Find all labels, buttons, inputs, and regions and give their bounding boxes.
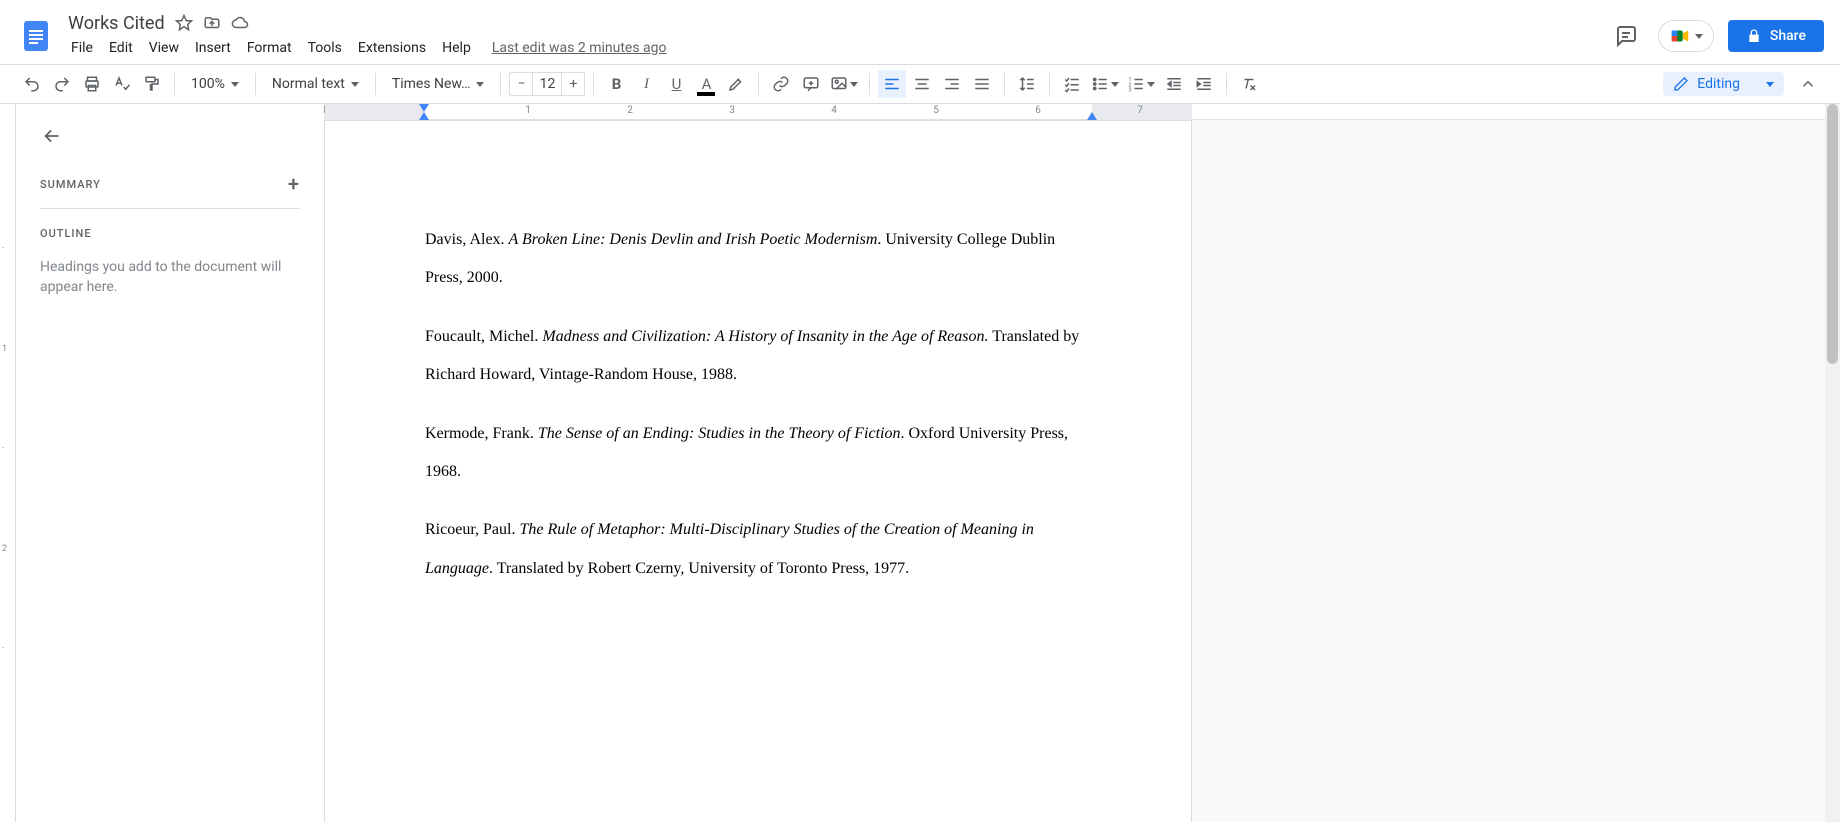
bulleted-list-button[interactable] xyxy=(1088,70,1122,98)
divider xyxy=(40,208,300,209)
ruler-num: 2 xyxy=(627,105,633,116)
meet-icon xyxy=(1669,25,1691,47)
font-size-stepper: − 12 + xyxy=(509,72,585,96)
print-button[interactable] xyxy=(78,70,106,98)
citation-entry[interactable]: Kermode, Frank. The Sense of an Ending: … xyxy=(425,415,1091,492)
left-indent-marker[interactable] xyxy=(419,112,429,120)
align-justify-button[interactable] xyxy=(968,70,996,98)
zoom-select[interactable]: 100% xyxy=(183,70,247,98)
share-label: Share xyxy=(1770,28,1806,44)
font-value: Times New… xyxy=(392,76,471,92)
align-left-button[interactable] xyxy=(878,70,906,98)
menu-edit[interactable]: Edit xyxy=(102,36,140,60)
outline-heading: OUTLINE xyxy=(40,227,300,240)
citation-entry[interactable]: Foucault, Michel. Madness and Civilizati… xyxy=(425,318,1091,395)
font-size-value[interactable]: 12 xyxy=(532,73,562,95)
svg-text:3: 3 xyxy=(1129,88,1132,94)
chevron-down-icon xyxy=(476,82,484,87)
align-right-button[interactable] xyxy=(938,70,966,98)
add-comment-button[interactable] xyxy=(797,70,825,98)
outline-empty-text: Headings you add to the document will ap… xyxy=(40,258,300,297)
decrease-indent-button[interactable] xyxy=(1160,70,1188,98)
ruler-num: 5 xyxy=(933,105,939,116)
collapse-toolbar-button[interactable] xyxy=(1794,70,1822,98)
right-indent-marker[interactable] xyxy=(1087,112,1097,120)
menu-extensions[interactable]: Extensions xyxy=(351,36,433,60)
star-icon[interactable] xyxy=(175,14,193,32)
mode-label: Editing xyxy=(1697,76,1740,92)
font-select[interactable]: Times New… xyxy=(384,70,493,98)
bold-button[interactable]: B xyxy=(602,70,630,98)
numbered-list-button[interactable]: 123 xyxy=(1124,70,1158,98)
share-button[interactable]: Share xyxy=(1728,20,1824,52)
paint-format-button[interactable] xyxy=(138,70,166,98)
ruler-num: 7 xyxy=(1137,105,1143,116)
chevron-down-icon xyxy=(351,82,359,87)
menu-tools[interactable]: Tools xyxy=(301,36,349,60)
ruler-num: 6 xyxy=(1035,105,1041,116)
summary-heading: SUMMARY xyxy=(40,178,101,191)
underline-button[interactable]: U xyxy=(662,70,690,98)
line-spacing-button[interactable] xyxy=(1013,70,1041,98)
clear-formatting-button[interactable] xyxy=(1235,70,1263,98)
undo-button[interactable] xyxy=(18,70,46,98)
menu-insert[interactable]: Insert xyxy=(188,36,238,60)
menu-file[interactable]: File xyxy=(64,36,100,60)
document-page[interactable]: Davis, Alex. A Broken Line: Denis Devlin… xyxy=(324,120,1192,822)
comment-history-button[interactable] xyxy=(1608,18,1644,54)
docs-logo[interactable] xyxy=(16,16,56,56)
font-size-increase[interactable]: + xyxy=(562,73,584,95)
paragraph-style-value: Normal text xyxy=(272,76,345,92)
close-outline-button[interactable] xyxy=(40,124,64,148)
horizontal-ruler[interactable]: 1 1 2 3 4 5 6 7 xyxy=(324,104,1840,120)
document-title[interactable]: Works Cited xyxy=(68,13,165,34)
first-line-indent-marker[interactable] xyxy=(419,104,429,112)
font-size-decrease[interactable]: − xyxy=(510,73,532,95)
ruler-num: 1 xyxy=(525,105,531,116)
meet-button[interactable] xyxy=(1658,20,1714,52)
document-body[interactable]: Davis, Alex. A Broken Line: Denis Devlin… xyxy=(425,221,1091,588)
italic-button[interactable]: I xyxy=(632,70,660,98)
chevron-down-icon xyxy=(850,82,858,87)
toolbar: 100% Normal text Times New… − 12 + B I U… xyxy=(0,64,1840,104)
chevron-down-icon xyxy=(1111,82,1119,87)
increase-indent-button[interactable] xyxy=(1190,70,1218,98)
move-icon[interactable] xyxy=(203,14,221,32)
ruler-num: 3 xyxy=(729,105,735,116)
cloud-status-icon[interactable] xyxy=(231,14,249,32)
chevron-down-icon xyxy=(1147,82,1155,87)
citation-entry[interactable]: Ricoeur, Paul. The Rule of Metaphor: Mul… xyxy=(425,511,1091,588)
ruler-num: 4 xyxy=(831,105,837,116)
vertical-scrollbar[interactable] xyxy=(1825,104,1840,822)
citation-entry[interactable]: Davis, Alex. A Broken Line: Denis Devlin… xyxy=(425,221,1091,298)
menubar: File Edit View Insert Format Tools Exten… xyxy=(64,36,1608,60)
lock-icon xyxy=(1746,28,1762,44)
insert-image-button[interactable] xyxy=(827,70,861,98)
menu-view[interactable]: View xyxy=(142,36,186,60)
outline-panel: SUMMARY + OUTLINE Headings you add to th… xyxy=(16,104,324,822)
redo-button[interactable] xyxy=(48,70,76,98)
spellcheck-button[interactable] xyxy=(108,70,136,98)
header: Works Cited File Edit View Insert Format… xyxy=(0,0,1840,64)
chevron-down-icon xyxy=(231,82,239,87)
insert-link-button[interactable] xyxy=(767,70,795,98)
scrollbar-thumb[interactable] xyxy=(1827,104,1838,364)
checklist-button[interactable] xyxy=(1058,70,1086,98)
mode-switcher[interactable]: Editing xyxy=(1663,72,1784,96)
last-edit-link[interactable]: Last edit was 2 minutes ago xyxy=(492,40,667,56)
add-summary-button[interactable]: + xyxy=(288,172,300,196)
chevron-down-icon xyxy=(1695,34,1703,39)
pencil-icon xyxy=(1673,76,1689,92)
chevron-down-icon xyxy=(1766,82,1774,87)
ruler-num: 1 xyxy=(324,105,327,116)
text-color-button[interactable]: A xyxy=(692,70,720,98)
align-center-button[interactable] xyxy=(908,70,936,98)
vertical-ruler[interactable]: · 1 · 2 · xyxy=(0,104,16,822)
menu-help[interactable]: Help xyxy=(435,36,478,60)
zoom-value: 100% xyxy=(191,76,225,92)
paragraph-style-select[interactable]: Normal text xyxy=(264,70,367,98)
highlight-button[interactable] xyxy=(722,70,750,98)
menu-format[interactable]: Format xyxy=(240,36,299,60)
